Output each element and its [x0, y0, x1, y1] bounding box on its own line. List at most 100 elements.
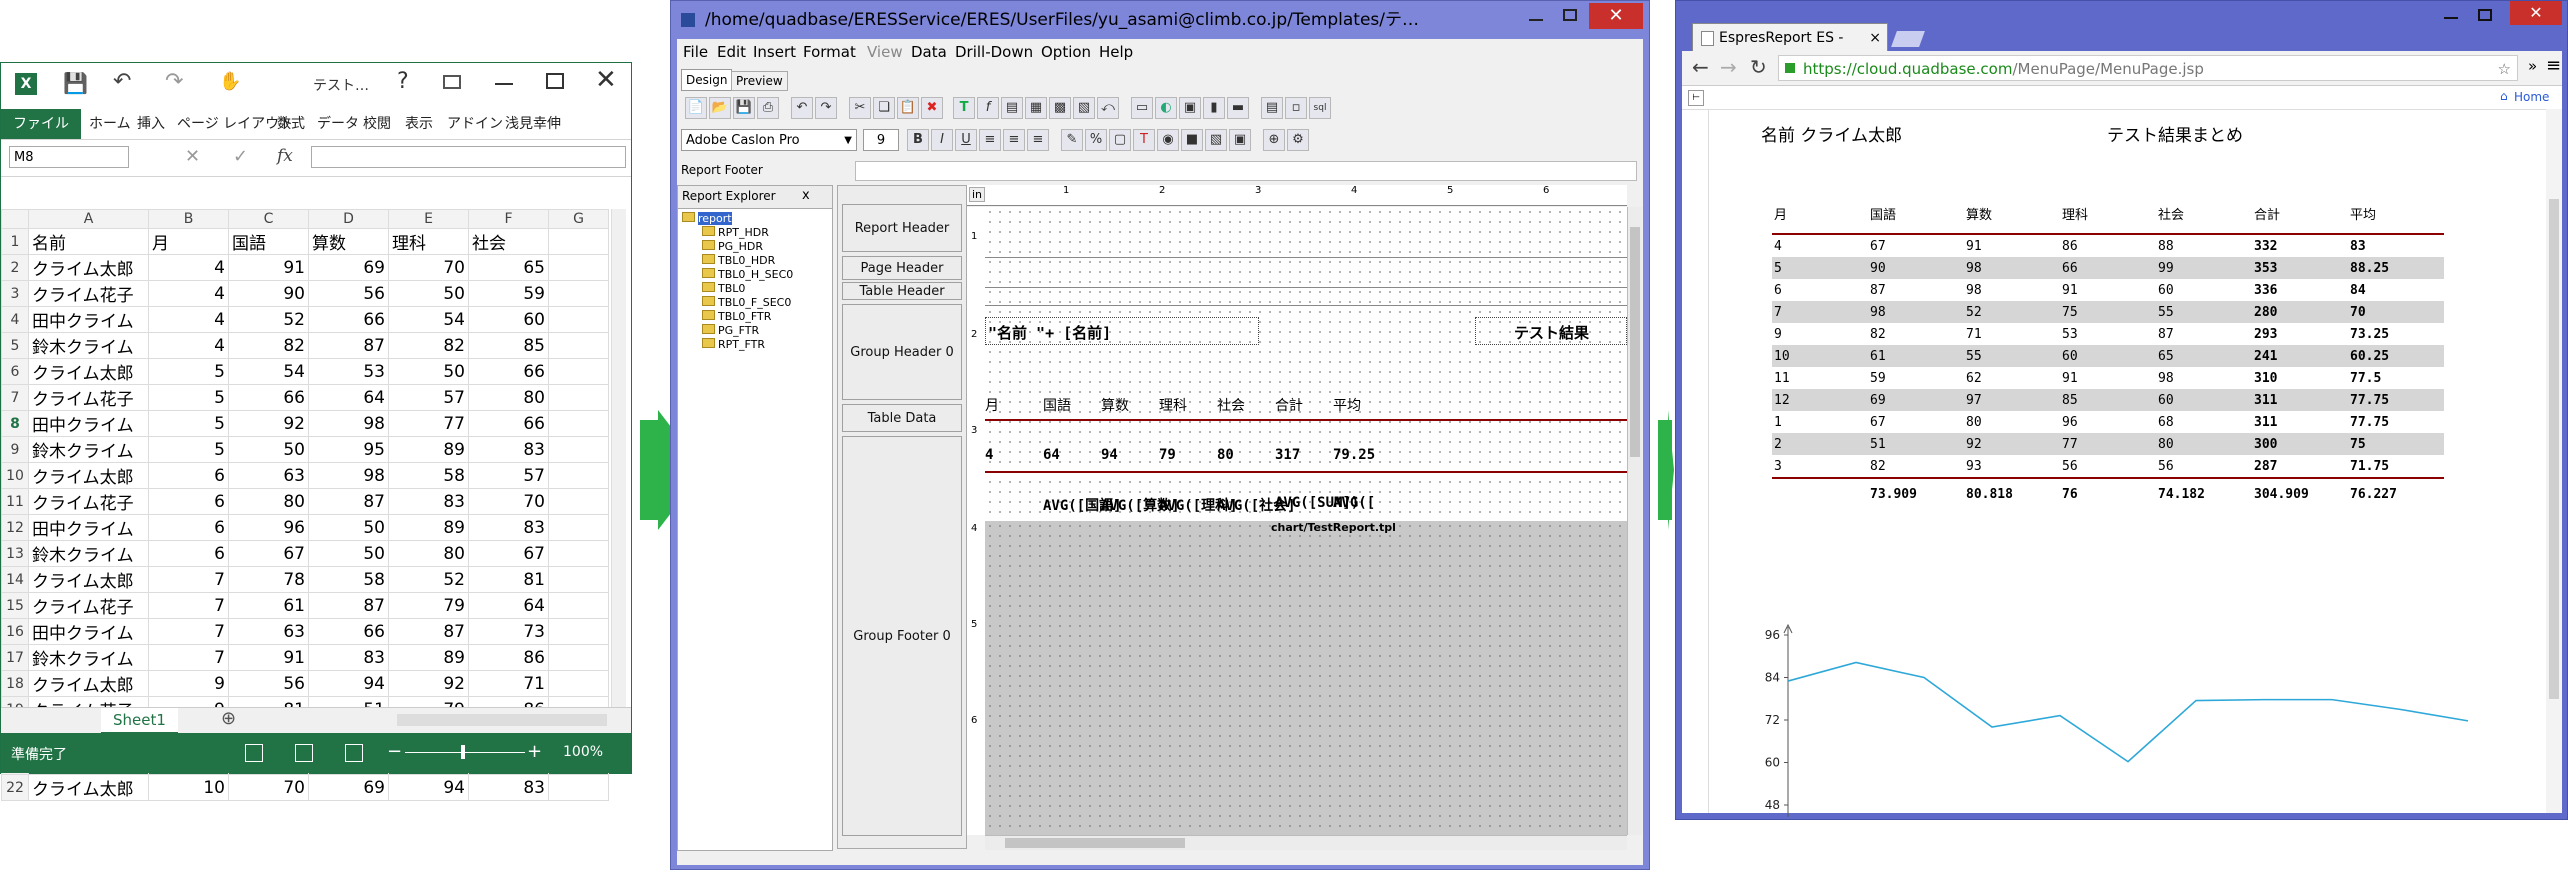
- cut-icon[interactable]: ✂: [849, 97, 871, 119]
- row-header[interactable]: 3: [1, 280, 29, 307]
- close-icon[interactable]: ✕: [595, 65, 617, 95]
- cell[interactable]: クライム花子: [28, 592, 149, 619]
- home-link[interactable]: Home: [2514, 90, 2549, 104]
- cell[interactable]: 5: [148, 384, 229, 411]
- row-header[interactable]: 9: [1, 436, 29, 463]
- insert-rect-icon[interactable]: ▭: [1131, 97, 1153, 119]
- cell[interactable]: [548, 566, 609, 593]
- menu-edit[interactable]: Edit: [717, 43, 746, 61]
- row-header[interactable]: 1: [1, 228, 29, 255]
- zoom-level[interactable]: 100%: [563, 744, 603, 760]
- insert-subreport-icon[interactable]: ▦: [1025, 97, 1047, 119]
- formula-input[interactable]: [311, 146, 626, 168]
- cell[interactable]: [548, 540, 609, 567]
- underline-icon[interactable]: U: [955, 129, 977, 151]
- cell[interactable]: 80: [228, 488, 309, 515]
- canvas-data-cell[interactable]: 94: [1101, 447, 1118, 463]
- cell[interactable]: 70: [228, 774, 309, 801]
- tree-node[interactable]: TBL0: [682, 282, 832, 296]
- designer-hscrollbar[interactable]: [985, 835, 1627, 850]
- delete-icon[interactable]: ✖: [921, 97, 943, 119]
- cell[interactable]: 98: [308, 462, 389, 489]
- sidebar-toggle-icon[interactable]: ⊢: [1688, 90, 1704, 106]
- tab-home[interactable]: ホーム: [89, 109, 131, 139]
- column-header[interactable]: C: [228, 209, 309, 229]
- canvas-header-cell[interactable]: 算数: [1101, 395, 1129, 415]
- cell[interactable]: クライム太郎: [28, 254, 149, 281]
- cell[interactable]: 月: [148, 228, 229, 255]
- cell[interactable]: 94: [308, 670, 389, 697]
- cell[interactable]: 92: [388, 670, 469, 697]
- design-canvas[interactable]: "名前 "+ [名前] テスト結果 月 国語 算数 理科 社会 合計 平均 4 64 94 79 8…: [985, 207, 1627, 835]
- bold-icon[interactable]: B: [907, 129, 929, 151]
- zoom-slider[interactable]: [405, 752, 525, 753]
- paste-icon[interactable]: 📋: [897, 97, 919, 119]
- formula-icon[interactable]: f: [977, 97, 999, 119]
- cell[interactable]: [548, 488, 609, 515]
- cell[interactable]: 鈴木クライム: [28, 436, 149, 463]
- condition-icon[interactable]: ■: [1181, 129, 1203, 151]
- cell[interactable]: 52: [388, 566, 469, 593]
- cell[interactable]: 77: [388, 410, 469, 437]
- tab-addins[interactable]: アドイン: [447, 109, 503, 139]
- cell[interactable]: 66: [308, 618, 389, 645]
- cell[interactable]: 算数: [308, 228, 389, 255]
- cell[interactable]: 田中クライム: [28, 306, 149, 333]
- cell[interactable]: 50: [308, 540, 389, 567]
- cell[interactable]: 56: [308, 280, 389, 307]
- cell[interactable]: 田中クライム: [28, 410, 149, 437]
- cell[interactable]: 鈴木クライム: [28, 332, 149, 359]
- cell[interactable]: 5: [148, 410, 229, 437]
- tree-root[interactable]: report: [682, 212, 832, 226]
- row-header[interactable]: 16: [1, 618, 29, 645]
- cell[interactable]: 54: [228, 358, 309, 385]
- cell[interactable]: 89: [388, 644, 469, 671]
- insert-chart-icon[interactable]: ◐: [1155, 97, 1177, 119]
- browser-menu-icon[interactable]: ≡: [2546, 55, 2561, 76]
- query-icon[interactable]: ▫: [1285, 97, 1307, 119]
- cell[interactable]: 7: [148, 644, 229, 671]
- tab-review[interactable]: 校閲: [363, 109, 391, 139]
- cell[interactable]: [548, 592, 609, 619]
- menu-help[interactable]: Help: [1099, 43, 1133, 61]
- name-box[interactable]: M8: [9, 146, 129, 168]
- cell[interactable]: [548, 462, 609, 489]
- canvas-header-cell[interactable]: 月: [985, 395, 999, 415]
- cell[interactable]: 54: [388, 306, 469, 333]
- cell[interactable]: 5: [148, 436, 229, 463]
- cell[interactable]: [548, 384, 609, 411]
- tree-node[interactable]: RPT_FTR: [682, 338, 832, 352]
- cell[interactable]: 82: [228, 332, 309, 359]
- canvas-data-cell[interactable]: 79.25: [1333, 447, 1375, 463]
- cell[interactable]: [548, 618, 609, 645]
- row-header[interactable]: 10: [1, 462, 29, 489]
- back-icon[interactable]: ←: [1692, 55, 1709, 79]
- properties-icon[interactable]: ⚙: [1287, 129, 1309, 151]
- cell[interactable]: [548, 306, 609, 333]
- cell[interactable]: 83: [468, 774, 549, 801]
- cell[interactable]: 80: [468, 384, 549, 411]
- cell[interactable]: 58: [388, 462, 469, 489]
- menu-option[interactable]: Option: [1041, 43, 1091, 61]
- designer-hscroll-thumb[interactable]: [1005, 838, 1185, 848]
- tab-view[interactable]: 表示: [405, 109, 433, 139]
- zoom-in-icon[interactable]: +: [527, 741, 542, 762]
- cell[interactable]: 名前: [28, 228, 149, 255]
- row-header[interactable]: 13: [1, 540, 29, 567]
- forward-icon[interactable]: →: [1720, 55, 1737, 79]
- select-all-corner[interactable]: [1, 209, 29, 229]
- tab-design[interactable]: Design: [681, 69, 733, 91]
- section-table-header[interactable]: Table Header: [842, 282, 962, 300]
- cell[interactable]: [548, 254, 609, 281]
- cell[interactable]: 69: [308, 254, 389, 281]
- tree-node[interactable]: TBL0_FTR: [682, 310, 832, 324]
- align-left-icon[interactable]: ≡: [979, 129, 1001, 151]
- cell[interactable]: 87: [308, 332, 389, 359]
- cell[interactable]: [548, 332, 609, 359]
- cell[interactable]: [548, 514, 609, 541]
- cell[interactable]: 95: [308, 436, 389, 463]
- cell[interactable]: クライム太郎: [28, 566, 149, 593]
- cell[interactable]: 82: [388, 332, 469, 359]
- bookmark-star-icon[interactable]: ☆: [2498, 56, 2511, 82]
- designer-minimize-icon[interactable]: [1529, 19, 1543, 21]
